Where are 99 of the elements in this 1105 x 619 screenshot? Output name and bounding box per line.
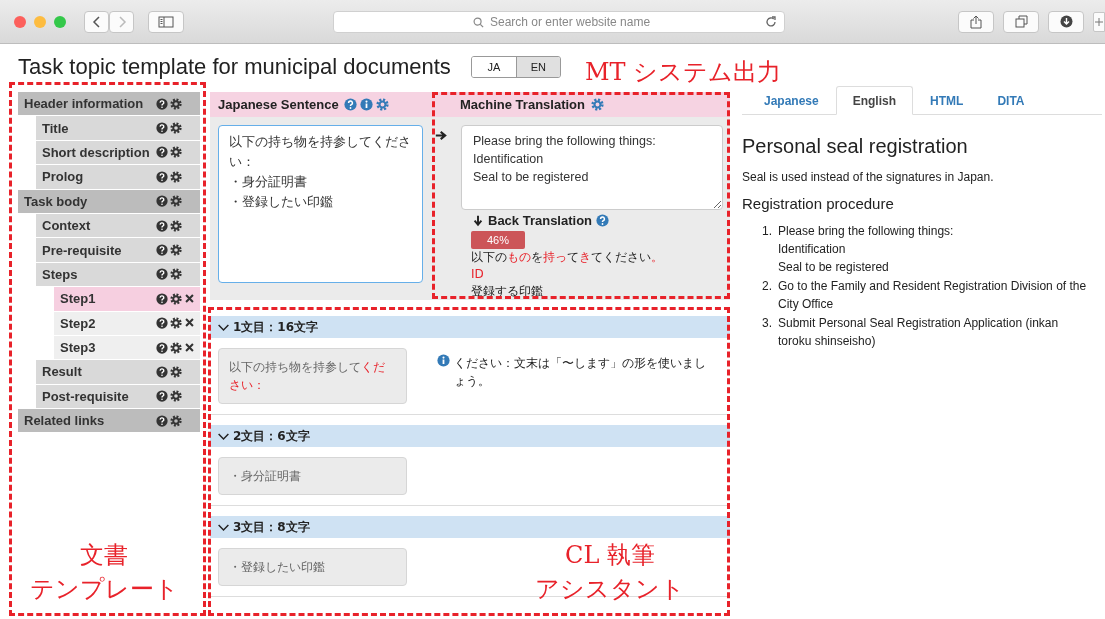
settings-icon[interactable] [170, 268, 182, 281]
settings-icon[interactable] [170, 366, 182, 378]
sidebar-item[interactable]: Result [36, 360, 200, 384]
sidebar-item[interactable]: Header information [18, 92, 200, 116]
preview-tab[interactable]: English [835, 86, 914, 115]
source-text-area[interactable]: 以下の持ち物を持参してください： ・身分証明書 ・登録したい印鑑 [218, 125, 423, 283]
document-title: Personal seal registration [742, 135, 969, 158]
address-field[interactable]: Search or enter website name [333, 10, 785, 33]
score-badge: 46% [471, 231, 525, 249]
download-button[interactable] [1048, 10, 1084, 33]
back-translation-line: 登録する印鑑 [471, 283, 543, 300]
step-text: Please bring the following things: [778, 223, 955, 240]
help-icon[interactable] [156, 146, 168, 159]
sidebar-item[interactable]: Steps [36, 262, 200, 287]
settings-icon[interactable] [170, 195, 182, 208]
chevron-right-icon [116, 15, 127, 28]
settings-icon[interactable] [170, 146, 182, 159]
step-text: Seal to be registered [778, 259, 890, 276]
page-title: Task topic template for municipal documents [18, 54, 451, 80]
annotation-label: MT システム出力 [585, 57, 782, 88]
sentence-card[interactable]: ・身分証明書 [218, 457, 407, 495]
annotation-label: 文書 [80, 540, 128, 571]
back-translation-line: ID [471, 266, 484, 283]
help-icon[interactable] [156, 170, 168, 183]
sidebar-item[interactable]: Pre-requisite [36, 238, 200, 262]
back-translation-line: 以下のものを持って きてください。 [471, 249, 663, 266]
close-icon[interactable] [184, 292, 195, 304]
sidebar-item[interactable]: Prolog [36, 165, 200, 189]
tabs-icon [1014, 15, 1028, 28]
help-icon[interactable] [156, 219, 168, 232]
help-icon[interactable] [156, 268, 168, 281]
sidebar-item[interactable]: Step3 [54, 335, 200, 360]
reload-icon[interactable] [765, 15, 777, 28]
sentence-card[interactable]: ・登録したい印鑑 [218, 548, 407, 586]
plus-icon [1095, 17, 1103, 26]
arrow-right-icon [435, 129, 448, 142]
sidebar-item[interactable]: Context [36, 213, 200, 238]
download-icon [1059, 15, 1073, 28]
advice-text: ください：文末は「〜します」の形を使いましょう。 [454, 355, 707, 390]
sidebar-item[interactable]: Post-requisite [36, 384, 200, 409]
close-icon[interactable] [184, 317, 195, 329]
info-icon [437, 354, 450, 367]
step-number: 1. [761, 223, 773, 240]
translation-text-area[interactable]: Please bring the following things: Identification Seal to be registered [461, 125, 723, 210]
search-icon [473, 16, 484, 28]
sidebar-item[interactable]: Title [36, 116, 200, 140]
sidebar-item[interactable]: Task body [18, 189, 200, 213]
sentence-header[interactable]: 1文目：16文字 [210, 316, 730, 338]
settings-icon[interactable] [170, 292, 182, 305]
settings-icon[interactable] [170, 244, 182, 257]
preview-tab[interactable]: Japanese [747, 86, 836, 115]
step-number: 3. [761, 315, 773, 332]
settings-icon[interactable] [170, 170, 182, 183]
sentence-header[interactable]: 2文目：6文字 [210, 425, 730, 447]
column-heading: Machine Translation [460, 97, 585, 112]
help-icon[interactable] [156, 414, 168, 427]
settings-icon[interactable] [170, 390, 182, 403]
sidebar-item[interactable]: Step2 [54, 311, 200, 335]
help-icon[interactable] [156, 244, 168, 257]
settings-icon[interactable] [170, 414, 182, 427]
annotation-label: CL 執筆 [565, 540, 655, 571]
section-title: Registration procedure [742, 195, 895, 212]
help-icon[interactable] [156, 292, 168, 305]
help-icon[interactable] [156, 366, 168, 378]
sentence-header[interactable]: 3文目：8文字 [210, 516, 730, 538]
close-icon[interactable] [184, 341, 195, 353]
share-icon [970, 14, 982, 29]
step-number: 2. [761, 278, 773, 295]
chevron-left-icon [91, 15, 102, 28]
preview-tab[interactable]: DITA [980, 86, 1042, 115]
annotation-label: アシスタント [535, 574, 685, 605]
help-icon[interactable] [156, 97, 168, 110]
settings-icon[interactable] [170, 122, 182, 135]
step-text: Identification [778, 241, 847, 258]
help-icon[interactable] [156, 341, 168, 354]
sidebar-item[interactable]: Related links [18, 409, 200, 433]
sentence-card[interactable]: 以下の持ち物を持参して ください： [218, 348, 407, 404]
language-toggle-button[interactable]: EN [515, 57, 560, 77]
sidebar-icon [158, 15, 174, 28]
back-button[interactable] [84, 10, 109, 33]
step-text: Go to the Family and Resident Registration Division of the City Office [778, 278, 1088, 313]
document-intro: Seal is used instead of the signatures in Japan. [742, 170, 995, 184]
help-icon[interactable] [156, 390, 168, 403]
settings-icon[interactable] [170, 341, 182, 354]
help-icon[interactable] [156, 317, 168, 330]
info-icon[interactable] [359, 98, 373, 111]
annotation-label: テンプレート [29, 574, 179, 605]
help-icon[interactable] [156, 195, 168, 208]
step-text: Submit Personal Seal Registration Application (inkan toroku shinseisho) [778, 315, 1060, 350]
settings-icon[interactable] [170, 219, 182, 232]
arrow-down-icon [472, 214, 484, 227]
back-translation-heading: Back Translation [488, 213, 593, 228]
sidebar-item[interactable]: Short description [36, 140, 200, 165]
help-icon[interactable] [156, 122, 168, 135]
preview-tab[interactable]: HTML [913, 86, 981, 115]
settings-icon[interactable] [170, 317, 182, 330]
settings-icon[interactable] [170, 97, 182, 110]
sidebar-item[interactable]: Step1 [54, 287, 200, 311]
column-heading: Japanese Sentence [218, 97, 339, 112]
